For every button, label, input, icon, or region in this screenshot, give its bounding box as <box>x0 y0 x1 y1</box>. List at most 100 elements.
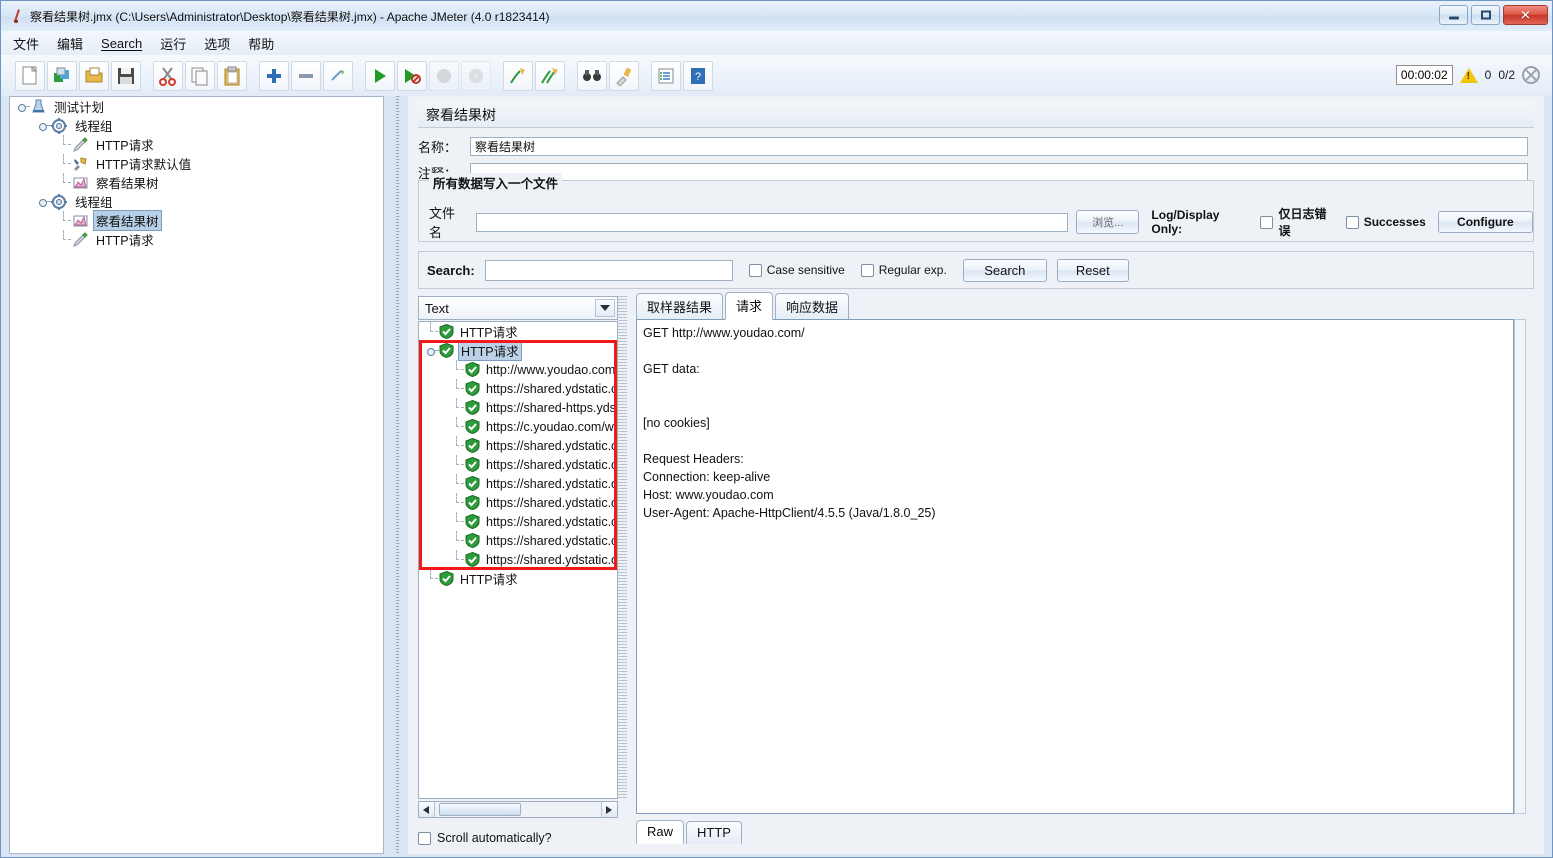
test-plan-node[interactable]: 察看结果树 <box>10 210 383 231</box>
result-node[interactable]: https://shared.ydstatic.c <box>419 455 617 474</box>
regular-exp-checkbox-box[interactable] <box>860 263 874 277</box>
cut-icon[interactable] <box>153 60 183 91</box>
http-sampler-icon <box>72 231 89 248</box>
menu-help[interactable]: 帮助 <box>248 34 274 53</box>
comment-input[interactable] <box>470 162 1528 182</box>
result-node[interactable]: https://shared.ydstatic.c <box>419 550 617 569</box>
maximize-button[interactable] <box>1471 5 1500 25</box>
case-sensitive-checkbox-box[interactable] <box>748 263 762 277</box>
successes-checkbox-box[interactable] <box>1345 215 1359 229</box>
successes-checkbox[interactable]: Successes <box>1345 215 1426 229</box>
clear-all-icon[interactable] <box>535 60 565 91</box>
results-tree-vscrollbar[interactable] <box>618 296 627 799</box>
request-content[interactable]: GET http://www.youdao.com/ GET data: [no… <box>636 319 1514 814</box>
result-node[interactable]: https://shared.ydstatic.c <box>419 512 617 531</box>
browse-button[interactable]: 浏览... <box>1075 210 1140 234</box>
result-expander-icon[interactable] <box>425 344 439 358</box>
search-input[interactable] <box>484 259 733 281</box>
menu-options[interactable]: 选项 <box>204 34 230 53</box>
errors-only-label: 仅日志错误 <box>1278 207 1327 238</box>
errors-only-checkbox[interactable]: 仅日志错误 <box>1260 205 1337 239</box>
start-icon[interactable] <box>365 60 395 91</box>
chevron-down-icon[interactable] <box>595 299 615 317</box>
result-leaf-connector <box>425 569 439 588</box>
result-node[interactable]: https://shared.ydstatic.c <box>419 379 617 398</box>
menu-edit[interactable]: 编辑 <box>57 34 83 53</box>
search-binoculars-icon[interactable] <box>577 60 607 91</box>
expand-all-icon[interactable] <box>259 60 289 91</box>
minimize-button[interactable] <box>1439 5 1468 25</box>
result-node-label: https://shared.ydstatic.c <box>486 381 618 396</box>
success-shield-icon <box>465 399 480 416</box>
success-shield-icon <box>465 418 480 435</box>
result-leaf-connector <box>451 512 465 531</box>
result-node[interactable]: http://www.youdao.com/ <box>419 360 617 379</box>
result-node[interactable]: https://shared.ydstatic.c <box>419 531 617 550</box>
menu-search[interactable]: Search <box>101 36 142 51</box>
search-button[interactable]: Search <box>962 258 1047 282</box>
reset-button[interactable]: Reset <box>1056 258 1129 282</box>
tree-leaf-connector <box>58 154 72 173</box>
result-node[interactable]: HTTP请求 <box>419 569 617 588</box>
results-tree[interactable]: HTTP请求 HTTP请求 http://www.youdao.com/https:… <box>418 321 618 799</box>
close-button[interactable]: ✕ <box>1503 5 1548 25</box>
test-plan-tree[interactable]: 测试计划 线程组 HTTP请求 HTTP请求默认值 察看结果树 线程组 察看结果树 HTTP请… <box>9 96 384 854</box>
scroll-left-icon[interactable] <box>419 802 435 817</box>
warning-icon[interactable] <box>1459 67 1478 83</box>
errors-only-checkbox-box[interactable] <box>1260 215 1274 229</box>
regular-exp-checkbox[interactable]: Regular exp. <box>860 263 947 277</box>
tab-raw[interactable]: Raw <box>636 820 685 844</box>
test-plan-node[interactable]: 线程组 <box>10 116 383 135</box>
paste-icon[interactable] <box>217 60 247 91</box>
scroll-right-icon[interactable] <box>601 802 617 817</box>
tab-sampler-result[interactable]: 取样器结果 <box>636 293 724 320</box>
copy-icon[interactable] <box>185 60 215 91</box>
result-node[interactable]: https://shared.ydstatic.c <box>419 436 617 455</box>
clear-icon[interactable] <box>503 60 533 91</box>
filename-input[interactable] <box>475 212 1068 232</box>
renderer-combo[interactable]: Text <box>418 296 618 320</box>
result-node[interactable]: HTTP请求 <box>419 322 617 341</box>
scroll-automatically-checkbox[interactable]: Scroll automatically? <box>418 831 552 845</box>
tree-expander-icon[interactable] <box>37 195 51 209</box>
test-plan-node[interactable]: 线程组 <box>10 192 383 211</box>
save-icon[interactable] <box>111 60 141 91</box>
collapse-all-icon[interactable] <box>291 60 321 91</box>
help-icon[interactable]: ? <box>683 60 713 91</box>
result-node[interactable]: https://c.youdao.com/ww <box>419 417 617 436</box>
vertical-splitter[interactable] <box>386 96 408 854</box>
filename-label: 文件名 <box>429 206 456 240</box>
new-icon[interactable] <box>15 60 45 91</box>
result-node[interactable]: HTTP请求 <box>419 340 617 361</box>
toggle-icon[interactable] <box>323 60 353 91</box>
name-input[interactable] <box>470 136 1528 156</box>
tree-expander-icon[interactable] <box>37 119 51 133</box>
open-icon[interactable] <box>79 60 109 91</box>
hscroll-thumb[interactable] <box>439 803 521 816</box>
configure-button[interactable]: Configure <box>1437 211 1534 233</box>
search-reset-icon[interactable] <box>609 60 639 91</box>
result-node[interactable]: https://shared-https.ydst <box>419 398 617 417</box>
result-node[interactable]: https://shared.ydstatic.c <box>419 493 617 512</box>
case-sensitive-checkbox[interactable]: Case sensitive <box>748 263 845 277</box>
detail-vscrollbar[interactable] <box>1514 319 1526 814</box>
tree-expander-icon[interactable] <box>16 100 30 114</box>
templates-icon[interactable] <box>47 60 77 91</box>
tab-http[interactable]: HTTP <box>686 821 742 844</box>
results-tree-hscrollbar[interactable] <box>418 801 618 818</box>
function-helper-icon[interactable] <box>651 60 681 91</box>
menu-file[interactable]: 文件 <box>13 34 39 53</box>
active-threads-count: 0/2 <box>1498 68 1515 82</box>
test-plan-node[interactable]: 察看结果树 <box>10 173 383 192</box>
tab-request[interactable]: 请求 <box>725 292 774 320</box>
test-plan-node[interactable]: HTTP请求 <box>10 230 383 249</box>
test-plan-node[interactable]: HTTP请求 <box>10 135 383 154</box>
menu-run[interactable]: 运行 <box>160 34 186 53</box>
test-plan-node[interactable]: HTTP请求默认值 <box>10 154 383 173</box>
tab-response-data[interactable]: 响应数据 <box>775 293 850 320</box>
test-plan-node[interactable]: 测试计划 <box>10 97 383 116</box>
remote-engines-icon[interactable] <box>1522 66 1540 84</box>
start-no-pause-icon[interactable] <box>397 60 427 91</box>
result-node[interactable]: https://shared.ydstatic.c <box>419 474 617 493</box>
scroll-automatically-checkbox-box[interactable] <box>418 831 431 845</box>
